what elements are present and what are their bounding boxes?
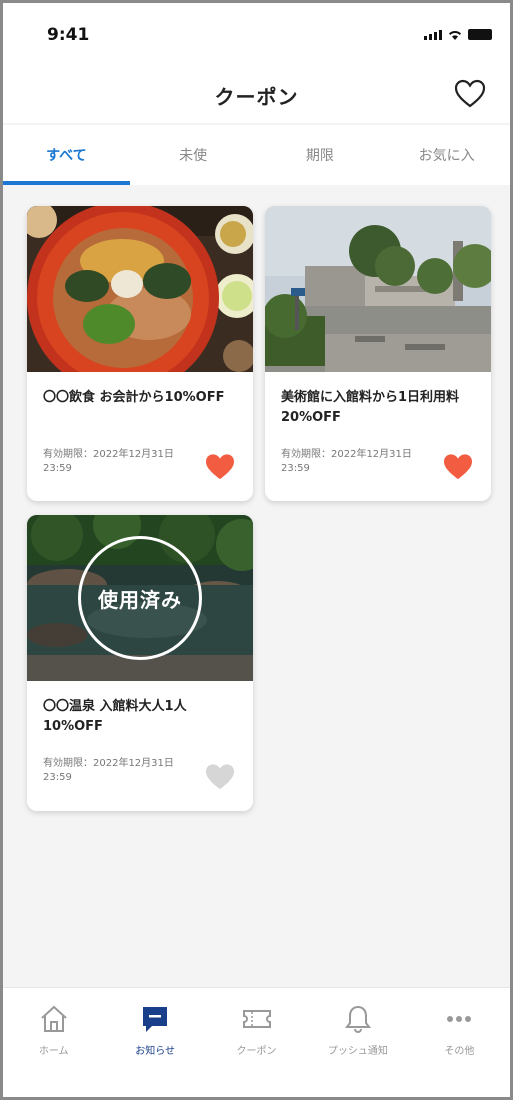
used-stamp: 使用済み: [78, 536, 202, 660]
heart-filled-icon[interactable]: [443, 453, 473, 481]
favorite-heart-icon[interactable]: [454, 79, 486, 109]
coupon-image-food: [27, 206, 253, 372]
nav-coupon-label: クーポン: [236, 1046, 277, 1057]
app-screen: 9:41 クーポン すべて 未使 期限 お気に入 〇〇飲食 お会計から10%OF…: [0, 0, 513, 1100]
tab-unused[interactable]: 未使: [130, 125, 257, 185]
header: クーポン: [3, 67, 510, 123]
nav-messages-label: お知らせ: [135, 1046, 176, 1057]
nav-coupon[interactable]: クーポン: [206, 988, 307, 1097]
nav-more-label: その他: [444, 1046, 475, 1057]
tab-favorites[interactable]: お気に入: [383, 125, 510, 185]
more-icon: [447, 1016, 472, 1022]
nav-home-label: ホーム: [38, 1046, 69, 1057]
nav-push[interactable]: プッシュ通知: [307, 988, 408, 1097]
nav-home[interactable]: ホーム: [3, 988, 104, 1097]
coupon-name: 〇〇温泉 入館料大人1人10%OFF: [43, 699, 187, 734]
ticket-icon: [242, 1010, 271, 1028]
coupon-image-pond: 使用済み: [27, 515, 253, 681]
nav-more[interactable]: その他: [409, 988, 510, 1097]
coupon-name: 美術館に入館料から1日利用料20%OFF: [281, 390, 460, 425]
heart-outline-icon[interactable]: [205, 763, 235, 791]
nav-messages[interactable]: お知らせ: [104, 988, 205, 1097]
coupon-card[interactable]: 美術館に入館料から1日利用料20%OFF 有効期限：2022年12月31日 23…: [265, 206, 491, 501]
tab-expiry[interactable]: 期限: [257, 125, 384, 185]
bell-icon: [344, 1005, 371, 1033]
status-bar: 9:41: [3, 3, 510, 67]
status-icons: [424, 29, 492, 40]
battery-icon: [468, 29, 492, 40]
bottom-navigation: ホーム お知らせ クーポン プッシュ通知 その他: [3, 987, 510, 1097]
coupon-tabs: すべて 未使 期限 お気に入: [3, 125, 510, 185]
nav-push-label: プッシュ通知: [327, 1046, 388, 1057]
coupon-image-building: [265, 206, 491, 372]
page-title: クーポン: [214, 85, 299, 109]
tab-all[interactable]: すべて: [3, 125, 130, 185]
coupon-card[interactable]: 〇〇飲食 お会計から10%OFF 有効期限：2022年12月31日 23:59: [27, 206, 253, 501]
signal-icon: [424, 30, 442, 40]
message-icon: [143, 1007, 168, 1032]
wifi-icon: [449, 31, 461, 40]
heart-filled-icon[interactable]: [205, 453, 235, 481]
status-time: 9:41: [47, 25, 90, 45]
home-icon: [41, 1005, 67, 1032]
coupon-name: 〇〇飲食 お会計から10%OFF: [43, 390, 225, 405]
coupon-card-used[interactable]: 使用済み 〇〇温泉 入館料大人1人10%OFF 有効期限：2022年12月31日…: [27, 515, 253, 811]
